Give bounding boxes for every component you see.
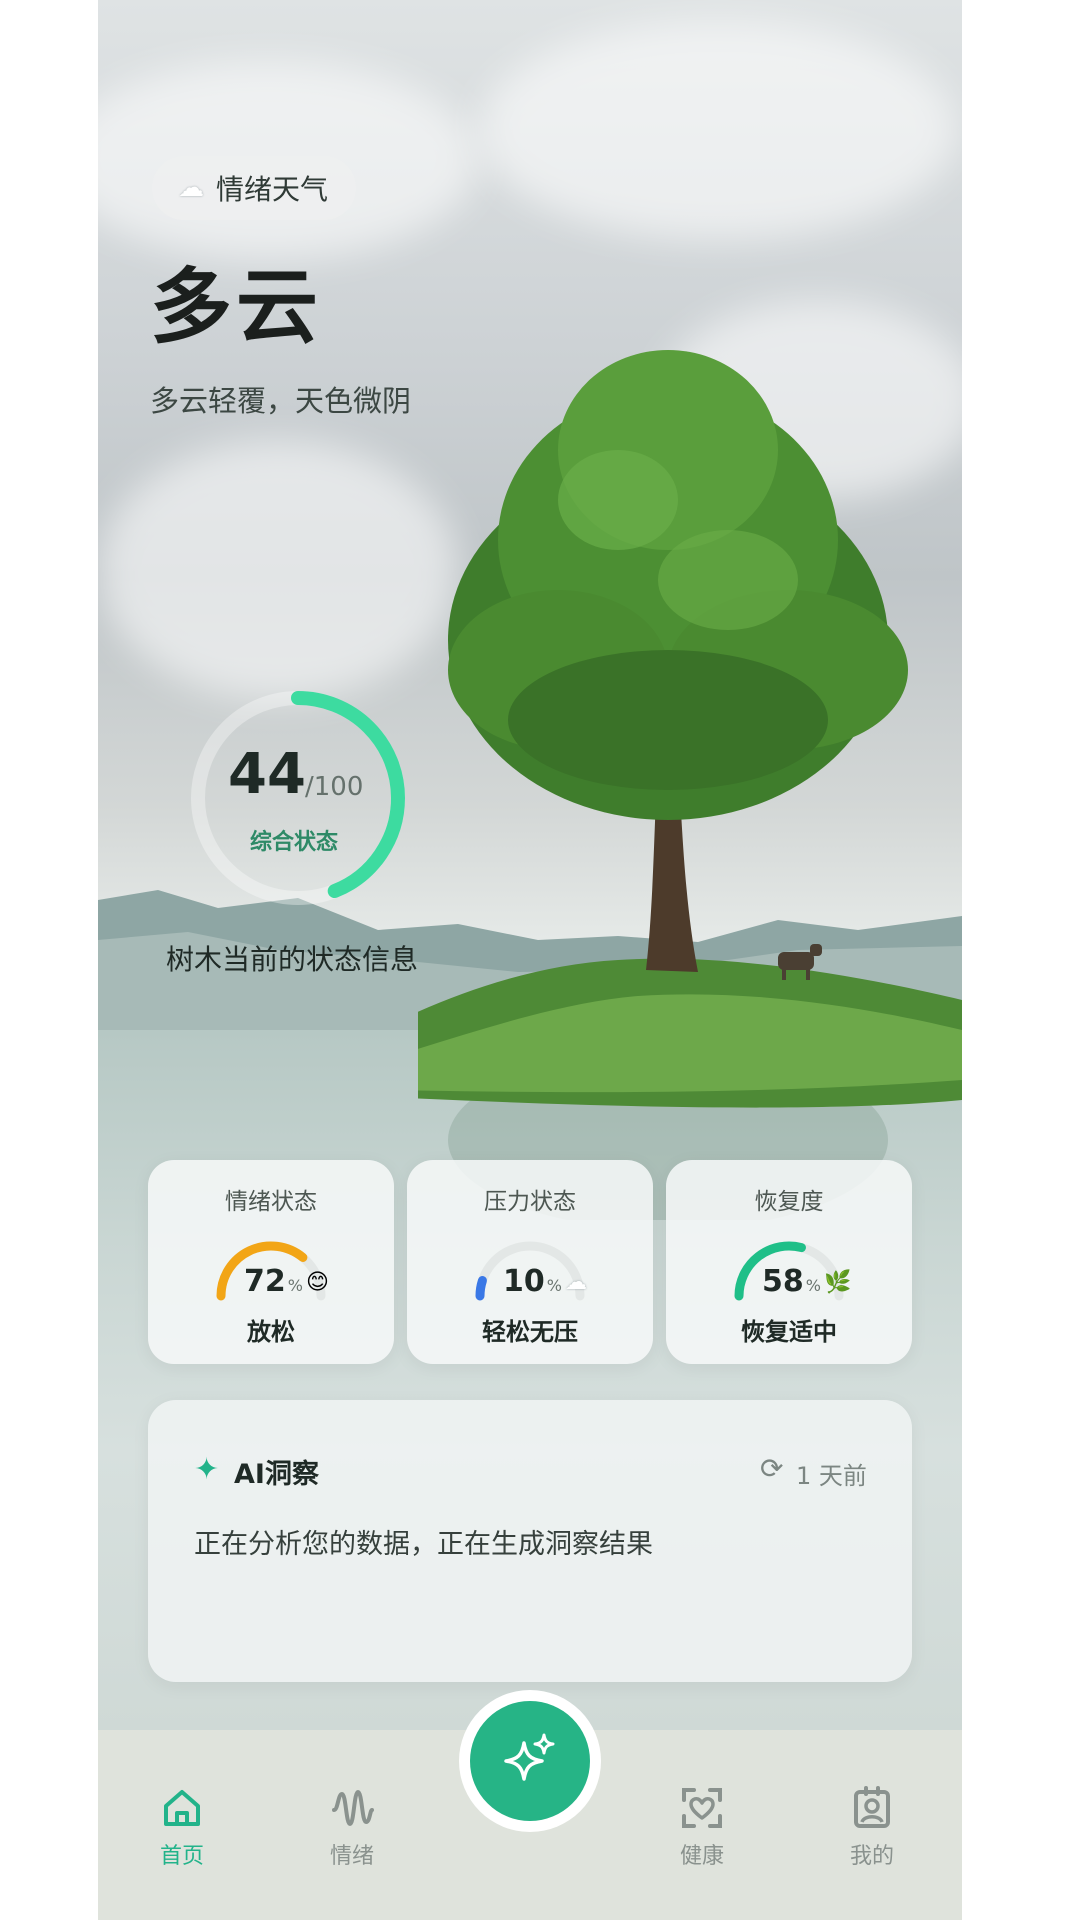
nav-mood[interactable]: 情绪 (292, 1784, 412, 1870)
cloud-icon: ☁ (565, 1270, 587, 1295)
weather-title: 多云 (150, 260, 323, 355)
overall-score-max: /100 (305, 772, 364, 802)
stat-state: 恢复适中 (741, 1318, 837, 1346)
app-screen: ☁ 情绪天气 多云 多云轻覆，天色微阴 44 /100 综合状态 树木当前的状态… (98, 0, 962, 1920)
waveform-icon (332, 1789, 374, 1827)
sparkle-icon: ✦ (194, 1452, 220, 1487)
sparkles-icon (504, 1733, 555, 1781)
ai-insight-card[interactable]: ✦ AI洞察 ⟳ 1 天前 正在分析您的数据，正在生成洞察结果 (148, 1400, 912, 1682)
mood-weather-label: 情绪天气 (216, 173, 329, 206)
stat-state: 轻松无压 (482, 1318, 578, 1346)
nav-health[interactable]: 健康 (642, 1784, 762, 1870)
recovery-status-card[interactable]: 恢复度 58% 🌿 恢复适中 (666, 1160, 912, 1364)
stress-status-card[interactable]: 压力状态 10% ☁ 轻松无压 (407, 1160, 653, 1364)
refresh-icon[interactable]: ⟳ (760, 1452, 783, 1485)
nav-mood-label: 情绪 (329, 1844, 374, 1869)
cloud-shape (98, 440, 458, 700)
stat-value: 72% (244, 1264, 303, 1299)
overall-score-label: 综合状态 (250, 830, 339, 855)
ai-insight-body: 正在分析您的数据，正在生成洞察结果 (194, 1529, 653, 1560)
cloud-icon: ☁ (178, 173, 204, 203)
stat-value: 10% (503, 1264, 562, 1299)
cloud-shape (478, 20, 958, 240)
profile-icon (854, 1786, 890, 1828)
stat-title: 情绪状态 (225, 1189, 317, 1215)
nav-home[interactable]: 首页 (122, 1784, 242, 1870)
home-icon (164, 1790, 200, 1826)
ai-assistant-button[interactable] (470, 1701, 590, 1821)
emotion-status-card[interactable]: 情绪状态 72% 😊 放松 (148, 1160, 394, 1364)
overall-score-value: 44 (228, 742, 306, 807)
ai-insight-time: 1 天前 (796, 1462, 867, 1490)
tree-status-caption: 树木当前的状态信息 (166, 943, 419, 976)
mood-weather-pill[interactable]: ☁ 情绪天气 (152, 156, 357, 220)
stat-title: 压力状态 (484, 1189, 576, 1215)
nav-me-label: 我的 (849, 1844, 894, 1869)
stat-value: 58% (762, 1264, 821, 1299)
leaf-icon: 🌿 (824, 1270, 852, 1295)
nav-me[interactable]: 我的 (812, 1784, 932, 1870)
tree-image (418, 350, 962, 1220)
ai-insight-title: AI洞察 (234, 1459, 319, 1490)
nav-health-label: 健康 (679, 1844, 724, 1869)
nav-home-label: 首页 (159, 1844, 204, 1869)
smile-icon: 😊 (306, 1270, 329, 1295)
weather-description: 多云轻覆，天色微阴 (150, 384, 412, 418)
health-scan-icon (682, 1788, 722, 1828)
stat-title: 恢复度 (754, 1189, 824, 1215)
stat-state: 放松 (247, 1318, 295, 1346)
